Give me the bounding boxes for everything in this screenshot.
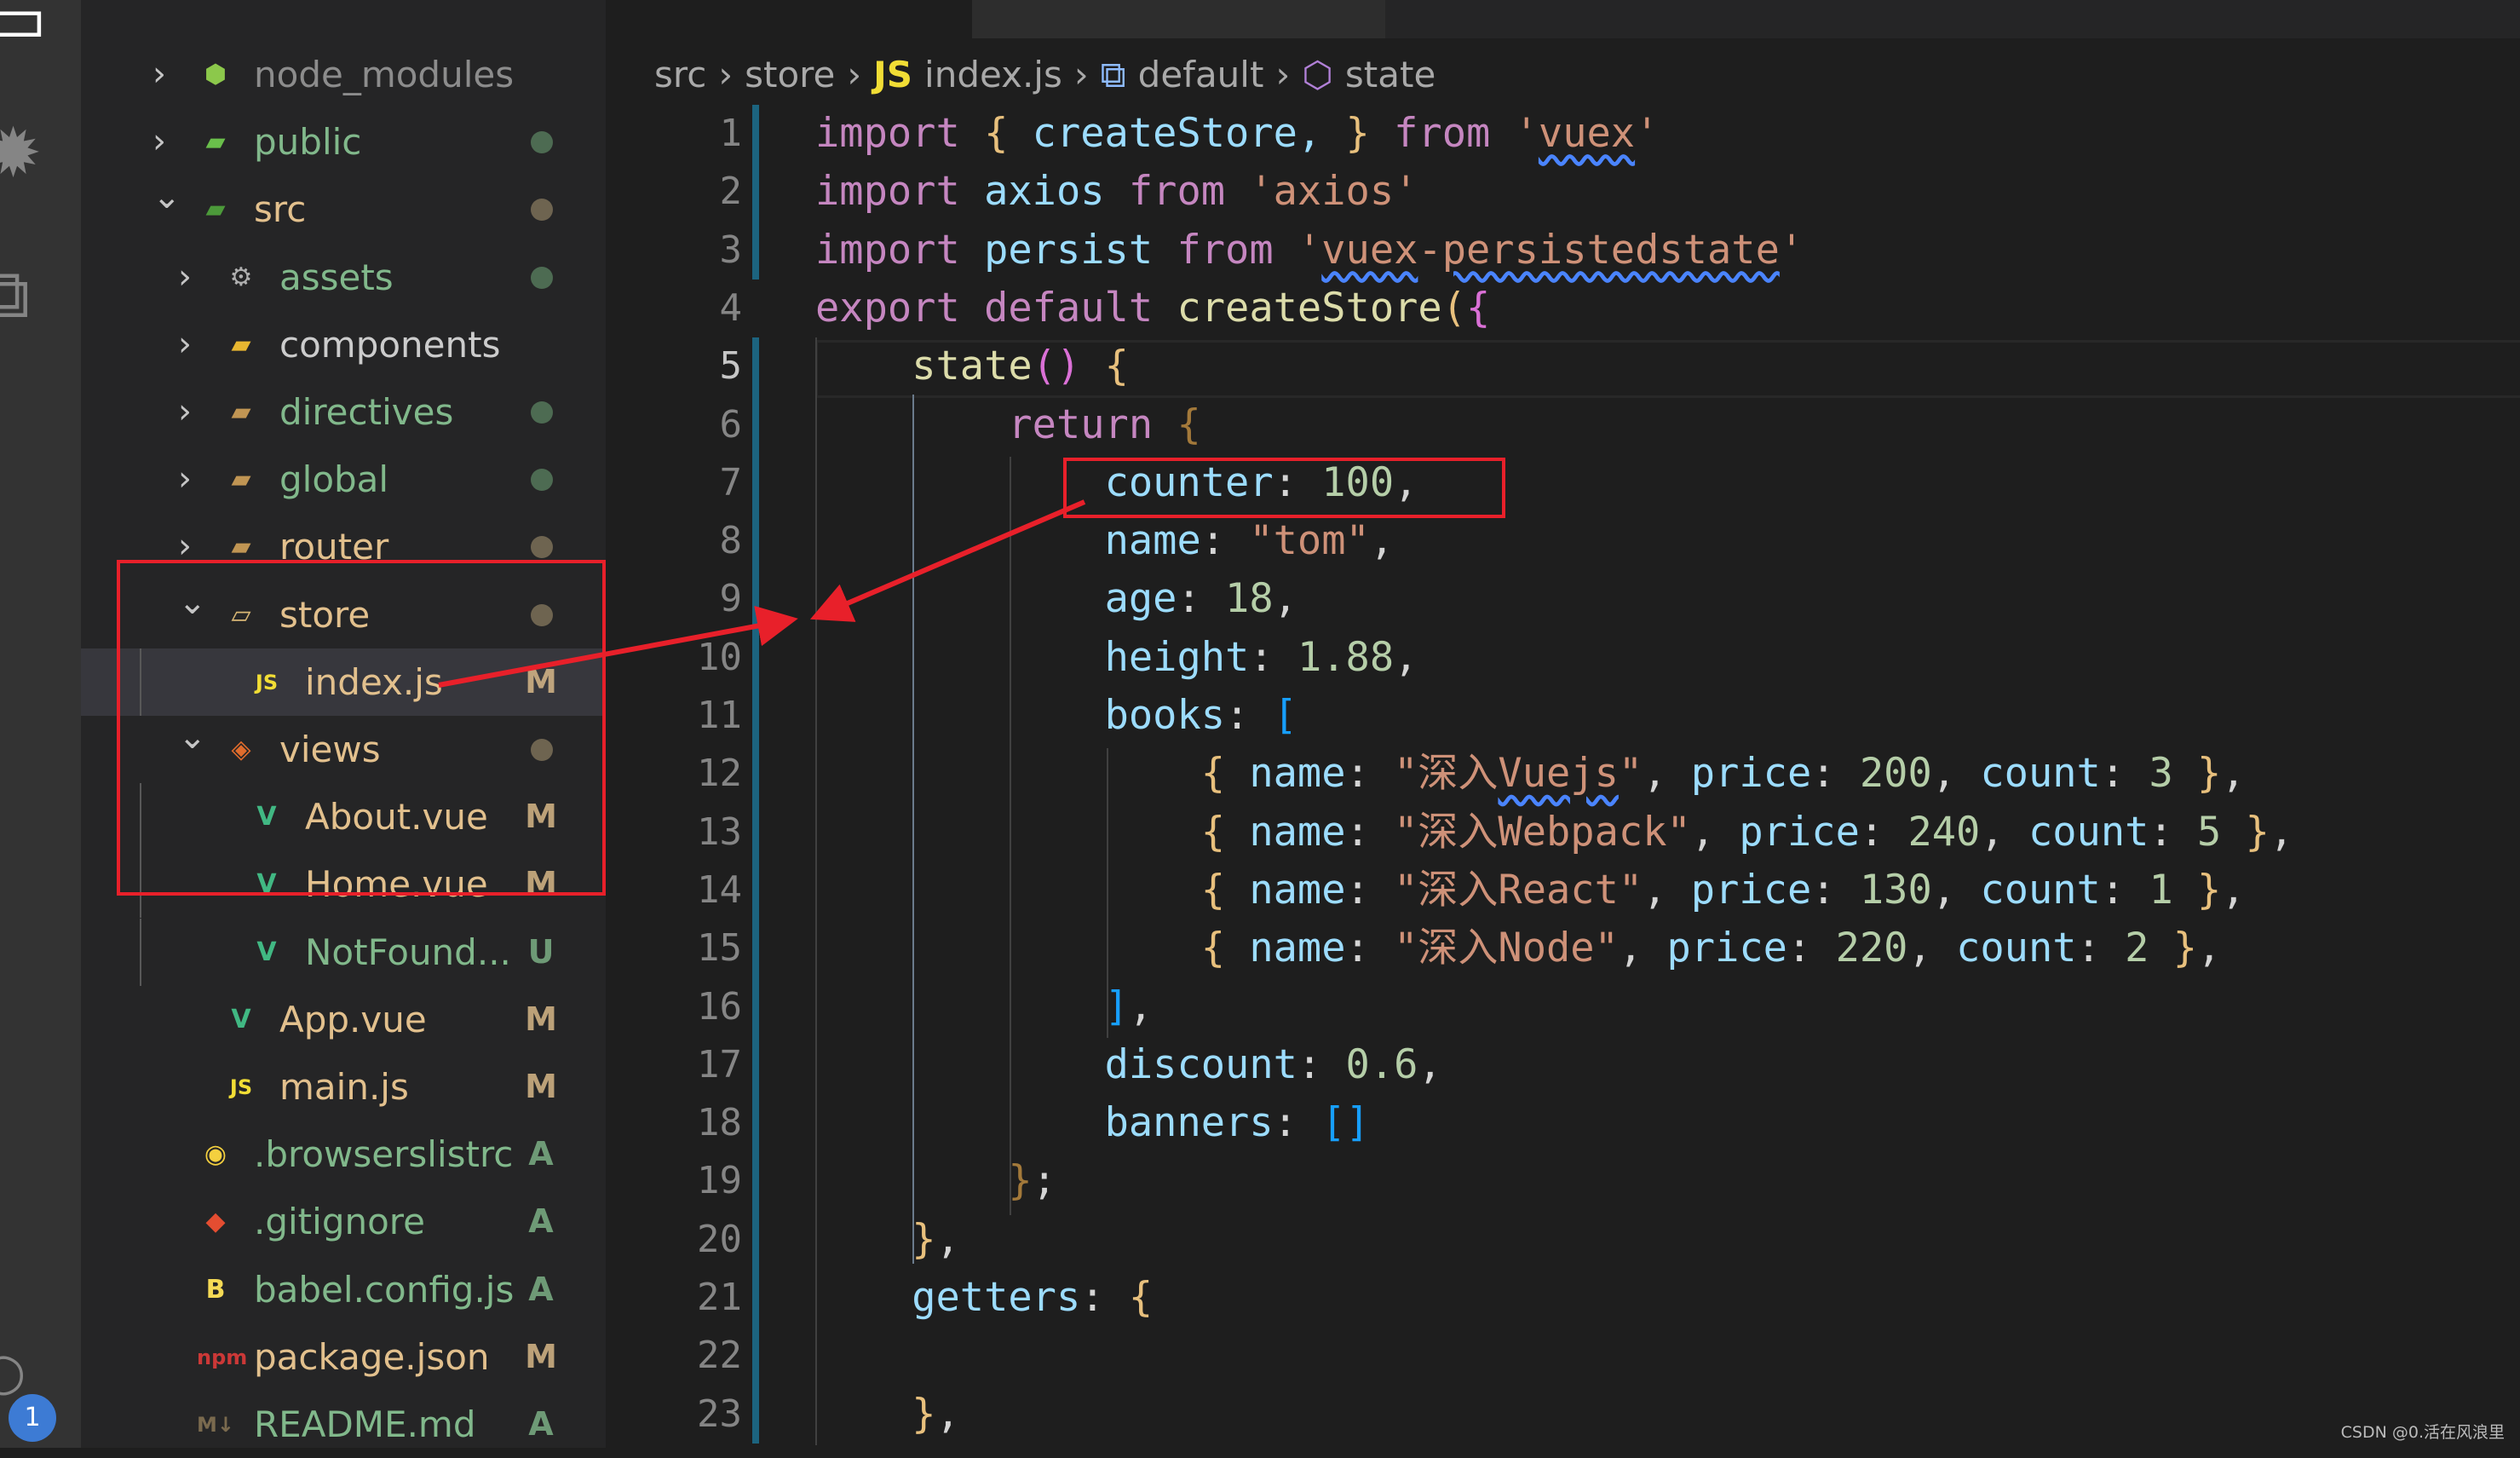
- annotation-box-counter: [1063, 458, 1505, 518]
- annotation-arrow-from-counter: [809, 499, 1086, 622]
- annotation-box-explorer: [117, 560, 606, 896]
- annotation-overlay: [117, 458, 1505, 896]
- watermark: CSDN @0.活在风浪里: [2340, 1423, 2505, 1442]
- annotation-arrow-from-file: [438, 605, 798, 688]
